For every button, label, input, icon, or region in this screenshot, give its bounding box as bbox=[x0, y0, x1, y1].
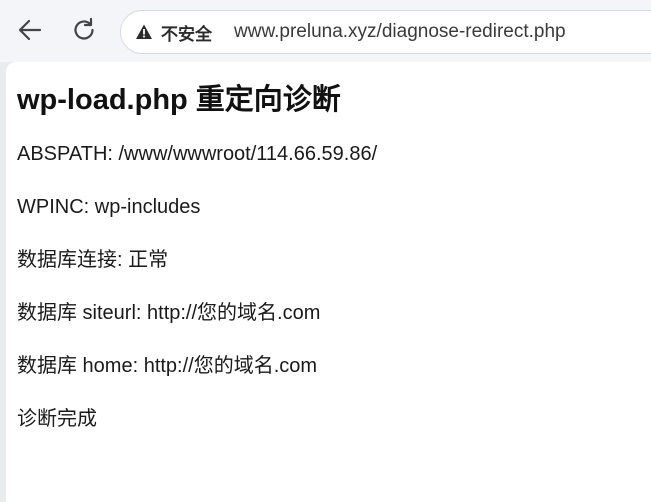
page-viewport: wp-load.php 重定向诊断 ABSPATH: /www/wwwroot/… bbox=[6, 62, 651, 502]
diagnosis-complete-line: 诊断完成 bbox=[17, 408, 97, 430]
db-connection-line: 数据库连接: 正常 bbox=[17, 249, 169, 271]
page-content: wp-load.php 重定向诊断 ABSPATH: /www/wwwroot/… bbox=[6, 62, 651, 433]
db-siteurl-line: 数据库 siteurl: http://您的域名.com bbox=[17, 302, 321, 324]
security-indicator[interactable]: 不安全 bbox=[135, 17, 222, 47]
page-title: wp-load.php 重定向诊断 bbox=[17, 84, 341, 116]
wpinc-line: WPINC: wp-includes bbox=[17, 196, 201, 218]
db-home-line: 数据库 home: http://您的域名.com bbox=[17, 355, 318, 377]
url-text[interactable]: www.preluna.xyz/diagnose-redirect.php bbox=[234, 21, 566, 43]
arrow-left-icon bbox=[18, 19, 42, 41]
browser-window: 不安全 www.preluna.xyz/diagnose-redirect.ph… bbox=[0, 0, 651, 502]
security-label: 不安全 bbox=[161, 24, 212, 44]
reload-button[interactable] bbox=[67, 13, 101, 47]
warning-triangle-icon bbox=[136, 24, 152, 39]
reload-icon bbox=[74, 17, 94, 40]
address-bar[interactable]: 不安全 www.preluna.xyz/diagnose-redirect.ph… bbox=[120, 10, 651, 54]
abspath-line: ABSPATH: /www/wwwroot/114.66.59.86/ bbox=[17, 143, 378, 165]
browser-toolbar: 不安全 www.preluna.xyz/diagnose-redirect.ph… bbox=[0, 0, 651, 62]
back-button[interactable] bbox=[13, 13, 47, 47]
